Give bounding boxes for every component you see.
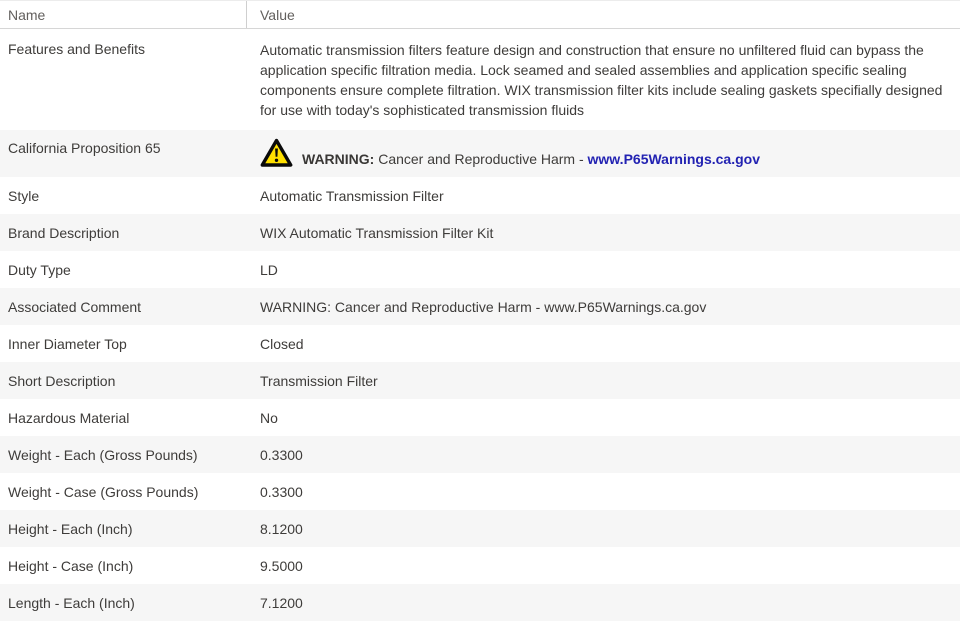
row-value-text: Transmission Filter [260, 372, 378, 389]
row-features-and-benefits: Features and Benefits Automatic transmis… [0, 29, 960, 130]
row-name-label: Duty Type [8, 261, 71, 278]
header-value-label: Value [260, 6, 295, 23]
row-height-each-inch: Height - Each (Inch) 8.1200 [0, 510, 960, 547]
row-name-label: Style [8, 187, 40, 204]
row-name-label: Height - Each (Inch) [8, 520, 133, 537]
row-name-label: Hazardous Material [8, 409, 130, 426]
row-value-text: Automatic Transmission Filter [260, 187, 444, 204]
row-value-text: Automatic transmission filters feature d… [260, 42, 943, 118]
row-associated-comment: Associated Comment WARNING: Cancer and R… [0, 288, 960, 325]
row-value-text: WIX Automatic Transmission Filter Kit [260, 224, 494, 241]
row-value-text: Closed [260, 335, 304, 352]
row-name-label: Length - Each (Inch) [8, 594, 135, 611]
p65-warning-text: WARNING: Cancer and Reproductive Harm - … [302, 151, 760, 167]
row-weight-each-gross-pounds: Weight - Each (Gross Pounds) 0.3300 [0, 436, 960, 473]
warning-triangle-icon [260, 138, 293, 168]
product-spec-table: Name Value Features and Benefits Automat… [0, 0, 960, 621]
row-value-text: 0.3300 [260, 483, 303, 500]
row-weight-case-gross-pounds: Weight - Case (Gross Pounds) 0.3300 [0, 473, 960, 510]
p65-warnings-link[interactable]: www.P65Warnings.ca.gov [588, 151, 760, 167]
row-duty-type: Duty Type LD [0, 251, 960, 288]
row-value-text: 8.1200 [260, 520, 303, 537]
row-california-proposition-65: California Proposition 65 WARNING: Cance… [0, 130, 960, 177]
row-name-label: Associated Comment [8, 298, 142, 315]
row-value-text: 0.3300 [260, 446, 303, 463]
row-name-label: Brand Description [8, 224, 120, 241]
row-name-label: Weight - Each (Gross Pounds) [8, 446, 198, 463]
row-height-case-inch: Height - Case (Inch) 9.5000 [0, 547, 960, 584]
row-value-text: WARNING: Cancer and Reproductive Harm - … [260, 298, 707, 315]
row-name-label: California Proposition 65 [8, 140, 161, 156]
header-name-label: Name [8, 6, 46, 23]
row-hazardous-material: Hazardous Material No [0, 399, 960, 436]
row-name-label: Features and Benefits [8, 41, 145, 57]
row-name-label: Short Description [8, 372, 116, 389]
row-length-each-inch: Length - Each (Inch) 7.1200 [0, 584, 960, 621]
row-name-label: Height - Case (Inch) [8, 557, 134, 574]
row-value-text: LD [260, 261, 278, 278]
row-value-text: No [260, 409, 278, 426]
row-short-description: Short Description Transmission Filter [0, 362, 960, 399]
row-name-label: Inner Diameter Top [8, 335, 127, 352]
warning-bold-label: WARNING: [302, 151, 375, 167]
row-brand-description: Brand Description WIX Automatic Transmis… [0, 214, 960, 251]
row-value-text: 7.1200 [260, 594, 303, 611]
row-inner-diameter-top: Inner Diameter Top Closed [0, 325, 960, 362]
p65-warning-content: WARNING: Cancer and Reproductive Harm - … [247, 130, 960, 177]
warning-plain-text: Cancer and Reproductive Harm - [374, 151, 588, 167]
header-value-cell: Value [247, 1, 960, 28]
header-name-cell: Name [0, 1, 247, 28]
row-name-label: Weight - Case (Gross Pounds) [8, 483, 199, 500]
row-style: Style Automatic Transmission Filter [0, 177, 960, 214]
table-header-row: Name Value [0, 1, 960, 29]
row-value-text: 9.5000 [260, 557, 303, 574]
